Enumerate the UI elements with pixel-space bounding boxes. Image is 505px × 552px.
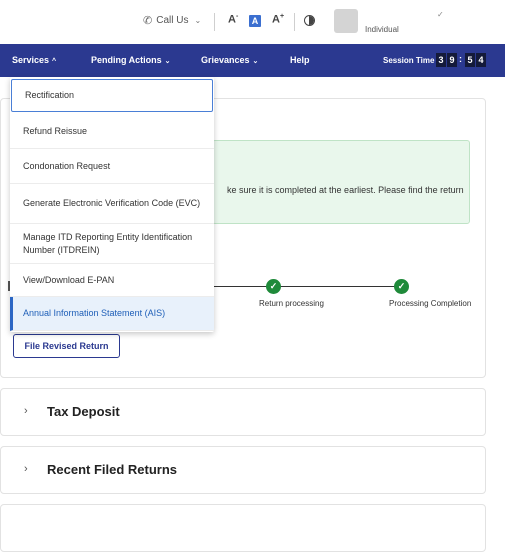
- session-colon: :: [459, 54, 462, 64]
- font-increase-button[interactable]: A+: [272, 13, 284, 26]
- progress-line: [212, 286, 402, 287]
- nav-grievances[interactable]: Grievances ⌄: [201, 55, 258, 65]
- call-us-dropdown[interactable]: ✆ Call Us ⌄: [143, 14, 201, 27]
- menu-item-condonation-request[interactable]: Condonation Request: [10, 149, 214, 184]
- step-complete-icon: ✓: [394, 279, 409, 294]
- contrast-icon[interactable]: [304, 15, 315, 26]
- session-digit: 3: [436, 53, 446, 67]
- step-label: Return processing: [259, 299, 324, 308]
- nav-pending-actions[interactable]: Pending Actions ⌄: [91, 55, 171, 65]
- chevron-down-icon[interactable]: ✓: [437, 10, 444, 19]
- session-digit: 9: [447, 53, 457, 67]
- avatar[interactable]: [334, 9, 358, 33]
- section-recent-filed-returns[interactable]: › Recent Filed Returns: [0, 446, 486, 494]
- menu-item-rectification[interactable]: Rectification: [11, 79, 213, 112]
- chevron-down-icon: ⌄: [194, 16, 202, 25]
- chevron-down-icon: ⌄: [252, 58, 259, 65]
- step-label: Processing Completion: [389, 299, 472, 308]
- phone-icon: ✆: [143, 15, 153, 27]
- menu-item-generate-evc[interactable]: Generate Electronic Verification Code (E…: [10, 184, 214, 224]
- section-tax-deposit[interactable]: › Tax Deposit: [0, 388, 486, 436]
- chevron-down-icon: ⌄: [164, 58, 171, 65]
- top-utility-bar: ✆ Call Us ⌄ A- A A+ Individual ✓: [0, 0, 505, 43]
- session-time-label: Session Time: [383, 56, 435, 65]
- alert-text: ke sure it is completed at the earliest.…: [227, 185, 464, 195]
- font-default-button[interactable]: A: [249, 15, 261, 27]
- menu-item-manage-itdrein[interactable]: Manage ITD Reporting Entity Identificati…: [10, 224, 214, 264]
- file-revised-return-button[interactable]: File Revised Return: [13, 334, 120, 358]
- chevron-right-icon: ›: [24, 463, 28, 475]
- section-title: Tax Deposit: [47, 404, 120, 419]
- chevron-right-icon: ›: [24, 405, 28, 417]
- font-decrease-button[interactable]: A-: [228, 13, 238, 26]
- section-next[interactable]: [0, 504, 486, 552]
- menu-item-refund-reissue[interactable]: Refund Reissue: [10, 114, 214, 149]
- menu-item-view-download-epan[interactable]: View/Download E-PAN: [10, 264, 214, 297]
- user-role-label: Individual: [365, 25, 399, 34]
- divider: [214, 13, 215, 31]
- step-complete-icon: ✓: [266, 279, 281, 294]
- menu-item-ais[interactable]: Annual Information Statement (AIS): [10, 297, 214, 331]
- section-title: Recent Filed Returns: [47, 462, 178, 477]
- nav-services[interactable]: Services ^: [12, 55, 56, 65]
- session-digit: 5: [465, 53, 475, 67]
- divider: [294, 13, 295, 31]
- session-digit: 4: [476, 53, 486, 67]
- info-alert: ke sure it is completed at the earliest.…: [212, 140, 470, 224]
- chevron-up-icon: ^: [52, 58, 57, 65]
- call-us-label: Call Us: [156, 15, 189, 26]
- nav-help[interactable]: Help: [290, 55, 310, 65]
- main-nav-bar: Services ^ Pending Actions ⌄ Grievances ⌄ H…: [0, 44, 505, 77]
- services-dropdown-menu: Rectification Refund Reissue Condonation…: [10, 77, 214, 332]
